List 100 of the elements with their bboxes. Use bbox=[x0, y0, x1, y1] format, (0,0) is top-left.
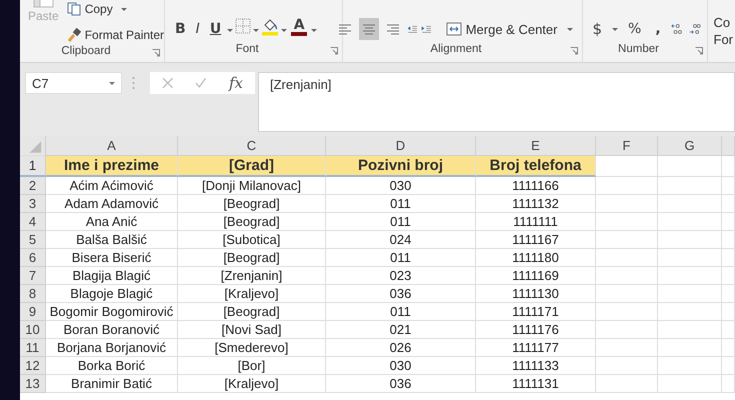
row-header[interactable]: 10 bbox=[20, 321, 46, 339]
borders-icon[interactable] bbox=[235, 18, 252, 34]
row-header[interactable]: 9 bbox=[20, 303, 46, 321]
empty-cell[interactable] bbox=[596, 303, 658, 321]
row-header[interactable]: 8 bbox=[20, 285, 46, 303]
row-header[interactable]: 5 bbox=[20, 231, 46, 249]
empty-cell[interactable] bbox=[596, 231, 658, 249]
copy-button[interactable]: Copy bbox=[64, 0, 166, 19]
column-header[interactable]: G bbox=[658, 136, 722, 156]
empty-cell[interactable] bbox=[722, 177, 735, 195]
empty-cell[interactable] bbox=[658, 195, 722, 213]
empty-cell[interactable] bbox=[658, 177, 722, 195]
dialog-launcher-icon[interactable] bbox=[694, 47, 702, 55]
paintbrush-icon bbox=[66, 28, 81, 42]
table-cell: [Beograd] bbox=[178, 303, 326, 321]
italic-button[interactable]: I bbox=[192, 18, 204, 40]
column-header[interactable]: D bbox=[326, 136, 476, 156]
dialog-launcher-icon[interactable] bbox=[152, 49, 160, 57]
table-cell: [Subotica] bbox=[178, 231, 326, 249]
dialog-launcher-icon[interactable] bbox=[330, 47, 338, 55]
empty-cell[interactable] bbox=[722, 303, 735, 321]
increase-decimal-icon[interactable] bbox=[670, 21, 683, 37]
empty-cell[interactable] bbox=[658, 285, 722, 303]
conditional-formatting-button[interactable]: Co For bbox=[712, 14, 735, 48]
currency-button[interactable]: $ bbox=[588, 18, 606, 40]
table-cell: 036 bbox=[326, 285, 476, 303]
empty-cell[interactable] bbox=[722, 339, 735, 357]
empty-cell[interactable] bbox=[722, 375, 735, 393]
empty-cell[interactable] bbox=[596, 213, 658, 231]
row-header[interactable]: 7 bbox=[20, 267, 46, 285]
row-header[interactable]: 13 bbox=[20, 375, 46, 393]
empty-cell[interactable] bbox=[722, 321, 735, 339]
row-header[interactable]: 2 bbox=[20, 177, 46, 195]
table-cell: 011 bbox=[326, 213, 476, 231]
row-header[interactable]: 1 bbox=[20, 156, 46, 177]
empty-cell[interactable] bbox=[596, 267, 658, 285]
cancel-icon[interactable] bbox=[162, 77, 174, 89]
empty-cell[interactable] bbox=[596, 375, 658, 393]
empty-cell[interactable] bbox=[658, 321, 722, 339]
table-cell: Borka Borić bbox=[46, 357, 178, 375]
column-header[interactable] bbox=[722, 136, 735, 156]
comma-button[interactable]: , bbox=[651, 18, 665, 40]
table-cell: Blagija Blagić bbox=[46, 267, 178, 285]
insert-function-button[interactable]: fx bbox=[228, 74, 243, 92]
empty-cell[interactable] bbox=[722, 195, 735, 213]
row-header[interactable]: 6 bbox=[20, 249, 46, 267]
table-cell: 1111177 bbox=[476, 339, 596, 357]
empty-cell[interactable] bbox=[658, 357, 722, 375]
empty-cell[interactable] bbox=[722, 249, 735, 267]
paint-bucket-icon[interactable] bbox=[261, 18, 280, 36]
table-cell: 1111171 bbox=[476, 303, 596, 321]
decrease-decimal-icon[interactable] bbox=[688, 21, 700, 37]
merge-center-button[interactable]: Merge & Center bbox=[444, 19, 576, 39]
percent-button[interactable]: % bbox=[624, 18, 646, 40]
format-painter-button[interactable]: Format Painter bbox=[64, 25, 166, 45]
group-label: Font bbox=[234, 43, 260, 55]
row-header[interactable]: 12 bbox=[20, 357, 46, 375]
font-color-button[interactable]: A bbox=[289, 18, 310, 40]
column-header[interactable]: F bbox=[596, 136, 658, 156]
column-header[interactable]: E bbox=[476, 136, 596, 156]
underline-button[interactable]: U bbox=[206, 18, 226, 40]
empty-cell[interactable] bbox=[596, 339, 658, 357]
formula-input[interactable]: [Zrenjanin] bbox=[258, 72, 735, 132]
row-header[interactable]: 4 bbox=[20, 213, 46, 231]
empty-cell[interactable] bbox=[596, 357, 658, 375]
table-cell: [Smederevo] bbox=[178, 339, 326, 357]
align-center-button[interactable] bbox=[358, 18, 378, 40]
row-header[interactable]: 11 bbox=[20, 339, 46, 357]
merge-cells-icon bbox=[446, 21, 462, 37]
column-header[interactable]: C bbox=[178, 136, 326, 156]
empty-cell[interactable] bbox=[658, 231, 722, 249]
table-cell: [Novi Sad] bbox=[178, 321, 326, 339]
empty-cell[interactable] bbox=[658, 249, 722, 267]
bold-button[interactable]: B bbox=[171, 18, 190, 40]
empty-cell[interactable] bbox=[722, 267, 735, 285]
empty-cell[interactable] bbox=[658, 303, 722, 321]
checkmark-icon[interactable] bbox=[195, 77, 207, 89]
empty-cell[interactable] bbox=[658, 213, 722, 231]
table-cell: 011 bbox=[326, 303, 476, 321]
empty-cell[interactable] bbox=[596, 195, 658, 213]
table-cell: 026 bbox=[326, 339, 476, 357]
dialog-launcher-icon[interactable] bbox=[570, 47, 578, 55]
empty-cell[interactable] bbox=[596, 177, 658, 195]
table-cell: 011 bbox=[326, 249, 476, 267]
table-cell: [Beograd] bbox=[178, 213, 326, 231]
table-cell: [Zrenjanin] bbox=[178, 267, 326, 285]
empty-cell[interactable] bbox=[658, 375, 722, 393]
empty-cell[interactable] bbox=[722, 357, 735, 375]
empty-cell[interactable] bbox=[596, 321, 658, 339]
empty-cell[interactable] bbox=[596, 249, 658, 267]
empty-cell[interactable] bbox=[658, 339, 722, 357]
empty-cell[interactable] bbox=[722, 231, 735, 249]
empty-cell[interactable] bbox=[722, 213, 735, 231]
empty-cell[interactable] bbox=[596, 285, 658, 303]
name-box[interactable]: C7 bbox=[25, 72, 122, 94]
empty-cell[interactable] bbox=[658, 156, 722, 177]
empty-cell[interactable] bbox=[722, 285, 735, 303]
table-cell: 1111132 bbox=[476, 195, 596, 213]
row-header[interactable]: 3 bbox=[20, 195, 46, 213]
empty-cell[interactable] bbox=[658, 267, 722, 285]
